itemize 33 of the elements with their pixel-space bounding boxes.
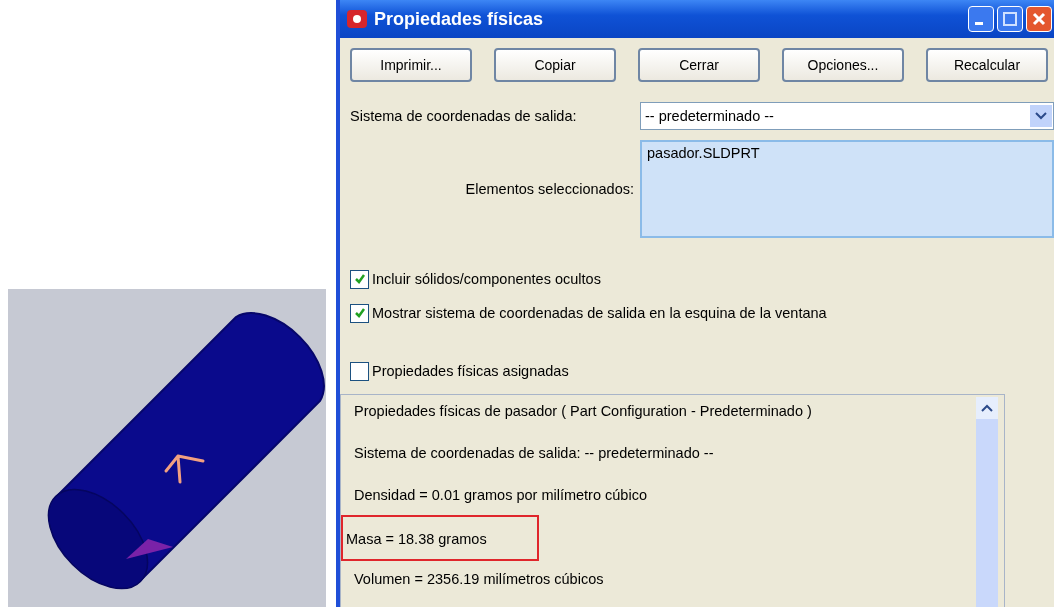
dialog-button[interactable]: Recalcular bbox=[926, 48, 1048, 82]
checkmark-icon bbox=[353, 307, 366, 319]
app-icon bbox=[346, 8, 368, 30]
dialog-button[interactable]: Copiar bbox=[494, 48, 616, 82]
checkmark-icon bbox=[353, 273, 366, 285]
maximize-icon bbox=[1003, 12, 1017, 26]
chevron-up-icon bbox=[981, 404, 993, 412]
dialog-button[interactable]: Imprimir... bbox=[350, 48, 472, 82]
axis-triad-icon bbox=[164, 454, 205, 484]
close-button[interactable] bbox=[1026, 6, 1052, 32]
coordinate-system-dropdown[interactable]: -- predeterminado -- bbox=[640, 102, 1054, 130]
field-label: Elementos seleccionados: bbox=[464, 181, 635, 197]
dialog-button[interactable]: Opciones... bbox=[782, 48, 904, 82]
minimize-button[interactable] bbox=[968, 6, 994, 32]
checkbox-label: Mostrar sistema de coordenadas de salida en la esquina de la ventana bbox=[372, 305, 827, 321]
field-label: Sistema de coordenadas de salida: bbox=[350, 108, 578, 124]
dialog-button[interactable]: Cerrar bbox=[638, 48, 760, 82]
checkbox-label: Propiedades físicas asignadas bbox=[372, 363, 569, 379]
checkbox[interactable] bbox=[350, 269, 369, 289]
result-line: Densidad = 0.01 gramos por milímetro cúbico bbox=[353, 487, 648, 503]
close-icon bbox=[1032, 12, 1046, 26]
result-line: Sistema de coordenadas de salida: -- predeterminado -- bbox=[353, 445, 715, 461]
checkbox[interactable] bbox=[350, 303, 369, 323]
chevron-down-icon bbox=[1035, 112, 1047, 120]
result-line: Propiedades físicas de pasador ( Part Configuration - Predeterminado ) bbox=[353, 403, 813, 419]
maximize-button[interactable] bbox=[997, 6, 1023, 32]
checkbox[interactable] bbox=[350, 361, 369, 381]
result-line: Volumen = 2356.19 milímetros cúbicos bbox=[353, 571, 605, 587]
scrollbar[interactable] bbox=[976, 397, 998, 607]
selected-items-list[interactable]: pasador.SLDPRT bbox=[640, 140, 1054, 238]
minimize-icon bbox=[975, 22, 983, 25]
checkbox-label: Incluir sólidos/componentes ocultos bbox=[372, 271, 601, 287]
window-title: Propiedades físicas bbox=[374, 8, 544, 30]
